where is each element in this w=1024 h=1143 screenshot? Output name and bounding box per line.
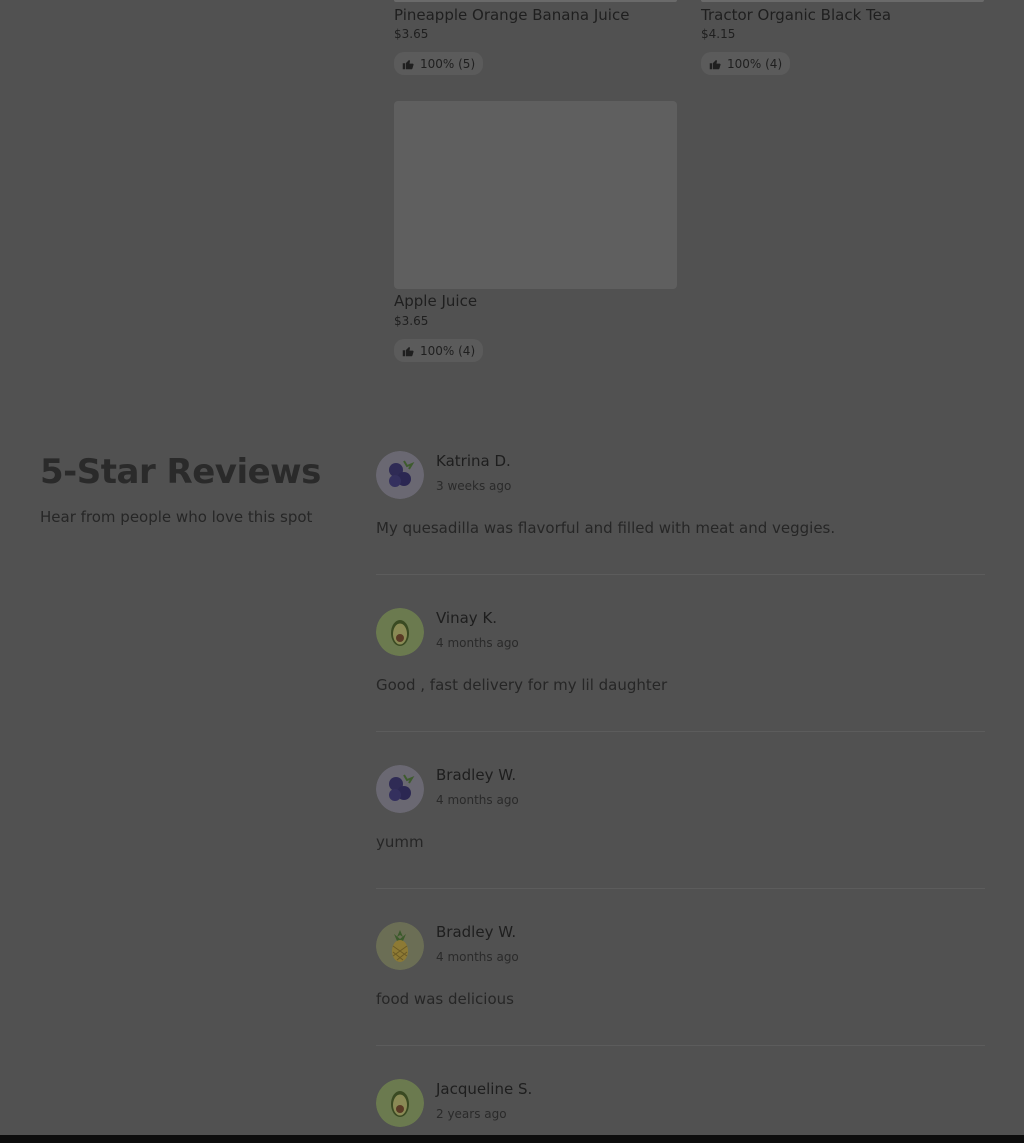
product-name: Apple Juice [394,292,478,310]
review-text: yumm [376,833,424,851]
divider [376,1045,985,1046]
review-author: Vinay K. [436,609,498,627]
product-image [394,0,677,2]
review-text: food was delicious [376,990,514,1008]
review-author: Bradley W. [436,923,517,941]
product-name: Pineapple Orange Banana Juice [394,6,630,24]
rating-text: 100% (4) [420,343,476,358]
thumbs-up-icon [402,346,414,356]
product-price: $3.65 [394,27,429,41]
rating-text: 100% (4) [727,56,783,71]
review-item: Vinay K. 4 months ago Good , fast delive… [376,608,985,733]
review-time: 4 months ago [436,636,519,650]
reviews-subtitle: Hear from people who love this spot [40,508,313,526]
product-name: Tractor Organic Black Tea [701,6,892,24]
page: Pineapple Orange Banana Juice $3.65 100%… [0,0,1024,1143]
review-text: My quesadilla was flavorful and filled w… [376,519,836,537]
blueberry-icon [376,765,424,813]
review-time: 2 years ago [436,1107,507,1121]
thumbs-up-icon [402,59,414,69]
product-price: $3.65 [394,314,429,328]
review-item: Jacqueline S. 2 years ago [376,1079,985,1139]
avocado-icon [376,1079,424,1127]
review-item: Bradley W. 4 months ago food was delicio… [376,922,985,1047]
pineapple-icon [376,922,424,970]
review-author: Jacqueline S. [436,1080,533,1098]
divider [376,574,985,575]
review-text: Good , fast delivery for my lil daughter [376,676,668,694]
review-time: 4 months ago [436,950,519,964]
review-time: 4 months ago [436,793,519,807]
product-price: $4.15 [701,27,736,41]
reviews-title: 5-Star Reviews [40,452,321,492]
rating-badge: 100% (4) [701,52,791,75]
product-card[interactable]: Apple Juice $3.65 100% (4) [394,101,677,362]
bottom-bar [0,1135,1024,1143]
review-author: Bradley W. [436,766,517,784]
rating-badge: 100% (4) [394,339,484,362]
divider [376,731,985,732]
blueberry-icon [376,451,424,499]
thumbs-up-icon [709,59,721,69]
review-time: 3 weeks ago [436,479,512,493]
review-item: Bradley W. 4 months ago yumm [376,765,985,890]
rating-badge: 100% (5) [394,52,484,75]
review-item: Katrina D. 3 weeks ago My quesadilla was… [376,451,985,576]
product-image [394,101,677,289]
divider [376,888,985,889]
review-author: Katrina D. [436,452,511,470]
rating-text: 100% (5) [420,56,476,71]
avocado-icon [376,608,424,656]
product-image [701,0,984,2]
